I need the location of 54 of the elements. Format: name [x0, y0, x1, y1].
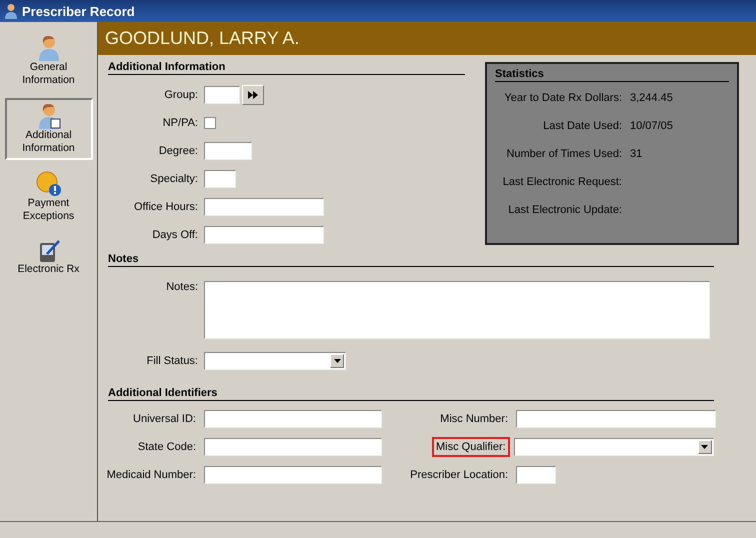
input-field[interactable]: [204, 226, 324, 244]
person-icon: [36, 103, 60, 129]
field-label: NP/PA:: [162, 117, 198, 129]
notes-field[interactable]: [204, 281, 710, 339]
field-label: Group:: [163, 89, 198, 101]
sidebar-item[interactable]: Payment Exceptions: [4, 166, 92, 228]
stat-value: 31: [630, 148, 642, 160]
dropdown[interactable]: [514, 438, 714, 456]
group-field[interactable]: [204, 86, 240, 104]
field-label: Medicaid Number:: [106, 468, 197, 483]
field-label: Office Hours:: [133, 201, 198, 213]
section-heading: Notes: [108, 253, 714, 267]
section-heading: Additional Information: [108, 61, 465, 75]
prescriber-name: GOODLUND, LARRY A.: [105, 28, 300, 49]
stat-label: Number of Times Used:: [505, 148, 622, 160]
field-label: Degree:: [158, 145, 198, 157]
person-icon: [36, 35, 60, 61]
sidebar-item[interactable]: Additional Information: [4, 98, 92, 160]
caret-icon: [334, 359, 340, 363]
dropdown[interactable]: [204, 352, 346, 370]
lookup-button[interactable]: [242, 85, 264, 105]
checkbox[interactable]: [204, 117, 216, 129]
section-heading: Additional Identifiers: [108, 387, 714, 401]
section-heading: Statistics: [495, 68, 729, 82]
field-label: Prescriber Location:: [409, 468, 509, 483]
stat-label: Last Electronic Update:: [507, 204, 622, 216]
input-field[interactable]: [204, 142, 252, 160]
field-label: State Code:: [136, 440, 197, 455]
person-icon: [4, 3, 18, 19]
fast-forward-icon: [248, 91, 258, 99]
field-label: Days Off:: [151, 229, 198, 241]
stat-value: 10/07/05: [630, 120, 673, 132]
stat-label: Last Date Used:: [542, 120, 622, 132]
field-label: Notes:: [165, 281, 198, 293]
sidebar-item[interactable]: General Information: [4, 30, 92, 92]
input-field[interactable]: [204, 170, 236, 188]
input-field[interactable]: [204, 410, 382, 428]
field-label: Misc Qualifier:: [432, 437, 510, 457]
stat-label: Last Electronic Request:: [502, 176, 622, 188]
sidebar-item[interactable]: Electronic Rx: [4, 234, 92, 281]
field-label: Universal ID:: [132, 412, 197, 427]
coin-icon: [36, 171, 62, 197]
input-field[interactable]: [516, 410, 716, 428]
field-label: Specialty:: [149, 173, 198, 185]
input-field[interactable]: [204, 466, 382, 484]
input-field[interactable]: [516, 466, 556, 484]
field-label: Fill Status:: [146, 355, 198, 367]
window-title: Prescriber Record: [22, 4, 135, 18]
input-field[interactable]: [204, 438, 382, 456]
field-label: Misc Number:: [439, 412, 509, 427]
stat-value: 3,244.45: [630, 92, 673, 104]
stat-label: Year to Date Rx Dollars:: [503, 92, 622, 104]
input-field[interactable]: [204, 198, 324, 216]
caret-icon: [701, 445, 708, 449]
